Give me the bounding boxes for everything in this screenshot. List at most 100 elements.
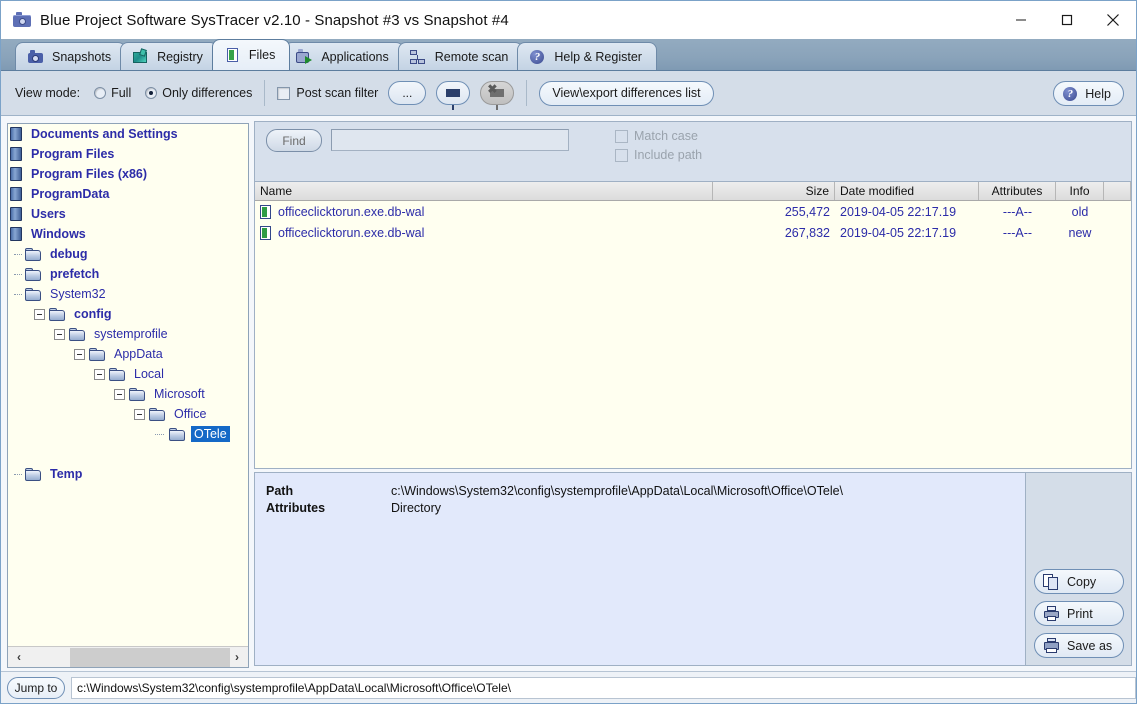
tree-node-appdata[interactable]: AppData [8,344,248,364]
column-header-name[interactable]: Name [255,182,713,200]
checkbox-icon [615,148,628,162]
tree-node-debug[interactable]: debug [8,244,248,264]
copy-button[interactable]: Copy [1034,569,1124,594]
tree-node-program-files[interactable]: Program Files [8,144,248,164]
checkbox-post-scan-filter[interactable]: Post scan filter [277,86,378,100]
folder-tree[interactable]: Documents and Settings Program Files Progr… [8,124,248,645]
find-options: Match case Include path [615,129,702,167]
tab-label: Registry [157,49,203,64]
find-bar: Find Match case Include path [254,121,1132,181]
radio-view-mode-only-differences[interactable]: Only differences [145,86,252,100]
column-header-attributes[interactable]: Attributes [979,182,1056,200]
tree-horizontal-scrollbar[interactable]: ‹ › [8,646,248,667]
current-path-field[interactable]: c:\Windows\System32\config\systemprofile… [71,676,1136,699]
cell-attributes: ---A-- [1002,204,1033,219]
cell-info: new [1068,225,1092,240]
tree-node-programdata[interactable]: ProgramData [8,184,248,204]
table-row[interactable]: officeclicktorun.exe.db-wal 255,472 2019-0… [255,201,1131,222]
tree-node-label: Documents and Settings [31,127,178,141]
folder-icon [25,247,42,261]
maximize-button[interactable] [1044,1,1090,39]
title-bar: Blue Project Software SysTracer v2.10 - … [1,1,1136,39]
scroll-thumb[interactable] [70,647,230,667]
network-icon [409,49,427,65]
view-export-differences-button[interactable]: View\export differences list [539,80,714,106]
view-mode-label: View mode: [15,86,81,100]
jump-to-button[interactable]: Jump to [7,676,65,699]
tree-node-local[interactable]: Local [8,364,248,384]
folder-icon [129,387,146,401]
tree-node-systemprofile[interactable]: systemprofile [8,324,248,344]
scroll-left-arrow[interactable]: ‹ [8,647,30,667]
printer-icon [1043,605,1061,622]
collapse-icon[interactable] [34,308,45,320]
help-icon: ? [529,49,546,65]
tree-node-config[interactable]: config [8,304,248,324]
detail-key: Path [266,484,294,498]
file-list-panel[interactable]: Name Size Date modified Attributes Info … [254,181,1132,469]
application-icon [296,48,313,65]
tree-node-windows[interactable]: Windows [8,224,248,244]
collapse-icon[interactable] [94,368,105,380]
cell-date: 2019-04-05 22:17.19 [840,204,957,219]
tab-remote-scan[interactable]: Remote scan [397,42,524,70]
apply-filter-button[interactable] [436,81,471,110]
tree-node-temp[interactable]: Temp [8,464,248,484]
print-button[interactable]: Print [1034,601,1124,626]
collapse-icon[interactable] [54,328,65,340]
checkbox-match-case[interactable]: Match case [615,129,702,143]
find-input[interactable] [331,129,569,151]
tree-node-users[interactable]: Users [8,204,248,224]
tree-node-label: Users [31,207,66,221]
tree-node-label: Windows [31,227,86,241]
save-as-button[interactable]: Save as [1034,633,1124,658]
filter-options-button[interactable]: ... [388,81,427,105]
column-header-spacer[interactable] [1104,182,1131,200]
tree-node-program-files-x86[interactable]: Program Files (x86) [8,164,248,184]
tree-node-office[interactable]: Office [8,404,248,424]
column-header-info[interactable]: Info [1056,182,1104,200]
tree-node-label: config [74,307,112,321]
checkbox-include-path[interactable]: Include path [615,148,702,162]
tree-node-label: Office [174,407,207,421]
radio-view-mode-full[interactable]: Full [94,86,131,100]
tree-node-label: Program Files (x86) [31,167,148,181]
collapse-icon[interactable] [74,348,85,360]
status-bar: Jump to c:\Windows\System32\config\syste… [1,671,1136,703]
tree-node-microsoft[interactable]: Microsoft [8,384,248,404]
column-header-size[interactable]: Size [713,182,835,200]
tree-node-label: Program Files [31,147,115,161]
clear-filter-button[interactable]: ✖ [480,81,515,110]
tab-registry[interactable]: Registry [120,42,218,70]
tab-snapshots[interactable]: Snapshots [15,42,127,70]
tree-node-otele[interactable]: OTele [8,424,248,444]
file-icon [260,204,272,219]
minimize-button[interactable] [998,1,1044,39]
systracer-window: Blue Project Software SysTracer v2.10 - … [0,0,1137,704]
drive-icon [10,227,23,241]
tab-files[interactable]: Files [211,39,291,70]
tree-node-system32[interactable]: System32 [8,284,248,304]
file-list-body[interactable]: officeclicktorun.exe.db-wal 255,472 2019-0… [255,201,1131,243]
table-row[interactable]: officeclicktorun.exe.db-wal 267,832 2019-0… [255,222,1131,243]
view-toolbar: View mode: Full Only differences Post sc… [1,71,1136,116]
detail-key: Attributes [266,501,326,515]
tab-label: Files [248,48,276,62]
drive-icon [10,207,23,221]
column-header-date[interactable]: Date modified [835,182,979,200]
close-button[interactable] [1090,1,1136,39]
cell-date: 2019-04-05 22:17.19 [840,225,957,240]
find-button[interactable]: Find [266,129,322,152]
detail-value: Directory [391,501,442,515]
tree-node-documents-and-settings[interactable]: Documents and Settings [8,124,248,144]
tree-node-label: Local [134,367,164,381]
folder-tree-panel[interactable]: Documents and Settings Program Files Progr… [7,123,249,668]
scroll-track[interactable] [30,647,230,667]
collapse-icon[interactable] [114,388,125,400]
cell-name-text: officeclicktorun.exe.db-wal [278,204,425,219]
collapse-icon[interactable] [134,408,145,420]
tree-node-prefetch[interactable]: prefetch [8,264,248,284]
help-button[interactable]: ? Help [1053,81,1124,106]
tab-applications[interactable]: Applications [284,42,404,70]
tab-help-register[interactable]: ? Help & Register [517,42,657,70]
